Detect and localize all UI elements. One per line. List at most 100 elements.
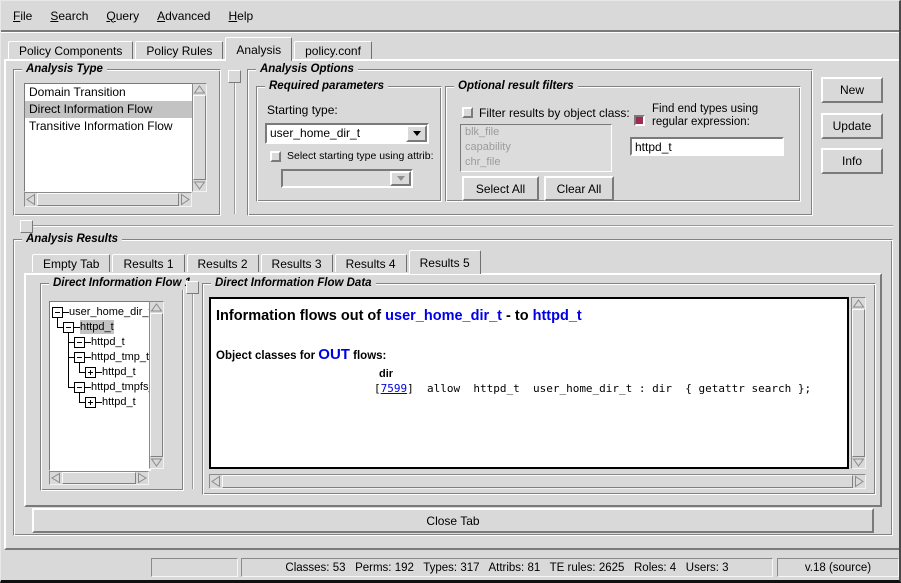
tree-data-sash-handle[interactable] (186, 281, 199, 294)
scroll-left-icon[interactable] (50, 472, 62, 484)
object-class-list: blk_filecapabilitychr_file (460, 124, 612, 172)
scroll-up-icon[interactable] (852, 298, 865, 309)
tree-expand-icon[interactable] (85, 397, 96, 408)
scroll-thumb[interactable] (62, 472, 136, 484)
flow-data-vscroll[interactable] (851, 297, 866, 469)
tree-connector-line (79, 363, 80, 372)
results-sash-line[interactable] (33, 225, 893, 227)
menu-bar: File Search Query Advanced Help (1, 1, 899, 32)
scroll-up-icon[interactable] (150, 302, 163, 313)
flow-direction: OUT (318, 346, 350, 363)
scroll-down-icon[interactable] (150, 457, 163, 468)
flow-data-hscroll[interactable] (209, 474, 866, 489)
tree-node-user-home-dir-t[interactable]: user_home_dir_t (69, 305, 151, 319)
tree-node-httpd-t[interactable]: httpd_t (80, 320, 114, 334)
starting-type-value: user_home_dir_t (267, 125, 406, 142)
scroll-thumb[interactable] (150, 313, 163, 457)
required-parameters-title: Required parameters (265, 79, 388, 93)
select-all-button[interactable]: Select All (462, 176, 539, 201)
rule-number-link[interactable]: 7599 (381, 382, 408, 395)
results-tab-empty-tab[interactable]: Empty Tab (32, 254, 110, 272)
list-item[interactable]: Transitive Information Flow (25, 118, 193, 135)
scroll-thumb[interactable] (37, 193, 179, 206)
analysis-type-title: Analysis Type (22, 62, 107, 76)
status-stats-text: Classes: 53 Perms: 192 Types: 317 Attrib… (285, 562, 728, 574)
results-tab-results-4[interactable]: Results 4 (335, 254, 407, 272)
menu-item-query[interactable]: Query (106, 9, 139, 23)
tab-analysis[interactable]: Analysis (225, 37, 292, 61)
update-button[interactable]: Update (821, 113, 883, 139)
scroll-down-icon[interactable] (193, 180, 206, 191)
scroll-down-icon[interactable] (852, 457, 865, 468)
regex-checkbox[interactable] (634, 115, 645, 126)
flow-data-text[interactable]: Information flows out of user_home_dir_t… (209, 297, 849, 469)
menu-item-search[interactable]: Search (50, 9, 88, 23)
analysis-type-list: Domain TransitionDirect Information Flow… (24, 83, 194, 192)
pane-sash-line[interactable] (234, 83, 236, 214)
scroll-right-icon[interactable] (853, 475, 865, 488)
scroll-right-icon[interactable] (136, 472, 148, 484)
results-tab-results-3[interactable]: Results 3 (261, 254, 333, 272)
flow-tree-vscroll[interactable] (149, 301, 164, 469)
menu-item-advanced[interactable]: Advanced (157, 9, 210, 23)
tree-node-httpd-t[interactable]: httpd_t (102, 365, 136, 379)
combobox-arrow-button[interactable] (406, 125, 427, 142)
scroll-left-icon[interactable] (25, 193, 37, 206)
tree-node-httpd-t[interactable]: httpd_t (91, 335, 125, 349)
starting-type-combobox[interactable]: user_home_dir_t (265, 123, 429, 144)
flow-target-type: httpd_t (533, 308, 582, 324)
main-tab-bar: Policy ComponentsPolicy RulesAnalysispol… (8, 38, 372, 61)
chevron-down-icon (397, 176, 405, 181)
chevron-down-icon (413, 131, 421, 136)
menu-item-help[interactable]: Help (228, 9, 253, 23)
tree-expand-icon[interactable] (85, 367, 96, 378)
scroll-thumb[interactable] (193, 95, 206, 180)
tree-collapse-icon[interactable] (74, 337, 85, 348)
scroll-thumb[interactable] (222, 475, 853, 488)
tab-policy-components[interactable]: Policy Components (8, 41, 133, 59)
tree-node-httpd-tmp-t[interactable]: httpd_tmp_t (91, 350, 149, 364)
tree-collapse-icon[interactable] (74, 352, 85, 363)
tree-collapse-icon[interactable] (52, 307, 63, 318)
results-tab-results-5[interactable]: Results 5 (409, 250, 481, 274)
tree-collapse-icon[interactable] (74, 382, 85, 393)
close-tab-button[interactable]: Close Tab (32, 508, 874, 533)
flow-tree-canvas: user_home_dir_thttpd_thttpd_thttpd_tmp_t… (49, 301, 151, 471)
object-class-filter-label: Filter results by object class: (479, 106, 630, 120)
analysis-type-vscroll[interactable] (192, 83, 207, 192)
clear-all-button[interactable]: Clear All (544, 176, 614, 201)
tab-policy-conf[interactable]: policy.conf (294, 41, 372, 59)
flow-subtitle: Object classes for OUT flows: (216, 346, 847, 363)
scroll-thumb[interactable] (852, 309, 865, 457)
list-item[interactable]: Direct Information Flow (25, 101, 193, 118)
tree-collapse-icon[interactable] (63, 322, 74, 333)
attrib-combobox (281, 169, 413, 188)
results-tab-results-2[interactable]: Results 2 (187, 254, 259, 272)
tree-node-httpd-tmpfs-t[interactable]: httpd_tmpfs_t (91, 380, 151, 394)
flow-tree-hscroll[interactable] (49, 471, 149, 485)
menu-item-file[interactable]: File (13, 9, 32, 23)
regex-input[interactable] (630, 137, 784, 156)
apol-window: File Search Query Advanced Help Policy Compo… (0, 0, 901, 583)
analysis-options-group: Analysis Options Required parameters Sta… (247, 69, 813, 216)
status-left-field (151, 558, 238, 577)
scroll-up-icon[interactable] (193, 84, 206, 95)
scroll-right-icon[interactable] (179, 193, 191, 206)
info-button[interactable]: Info (821, 148, 883, 174)
scroll-left-icon[interactable] (210, 475, 222, 488)
results-sash-handle[interactable] (20, 220, 33, 233)
object-class-filter-checkbox[interactable] (462, 107, 473, 118)
list-item: capability (461, 140, 611, 155)
new-button[interactable]: New (821, 77, 883, 103)
results-tab-results-1[interactable]: Results 1 (112, 254, 184, 272)
tree-data-sash-line[interactable] (192, 294, 194, 489)
list-item[interactable]: Domain Transition (25, 84, 193, 101)
attrib-checkbox[interactable] (270, 151, 281, 162)
pane-sash-handle[interactable] (228, 70, 241, 83)
analysis-type-hscroll[interactable] (24, 192, 192, 207)
flow-source-type: user_home_dir_t (385, 308, 502, 324)
tab-policy-rules[interactable]: Policy Rules (135, 41, 223, 59)
tree-connector-line (57, 318, 58, 327)
tree-node-httpd-t[interactable]: httpd_t (102, 395, 136, 409)
status-stats: Classes: 53 Perms: 192 Types: 317 Attrib… (241, 558, 773, 577)
